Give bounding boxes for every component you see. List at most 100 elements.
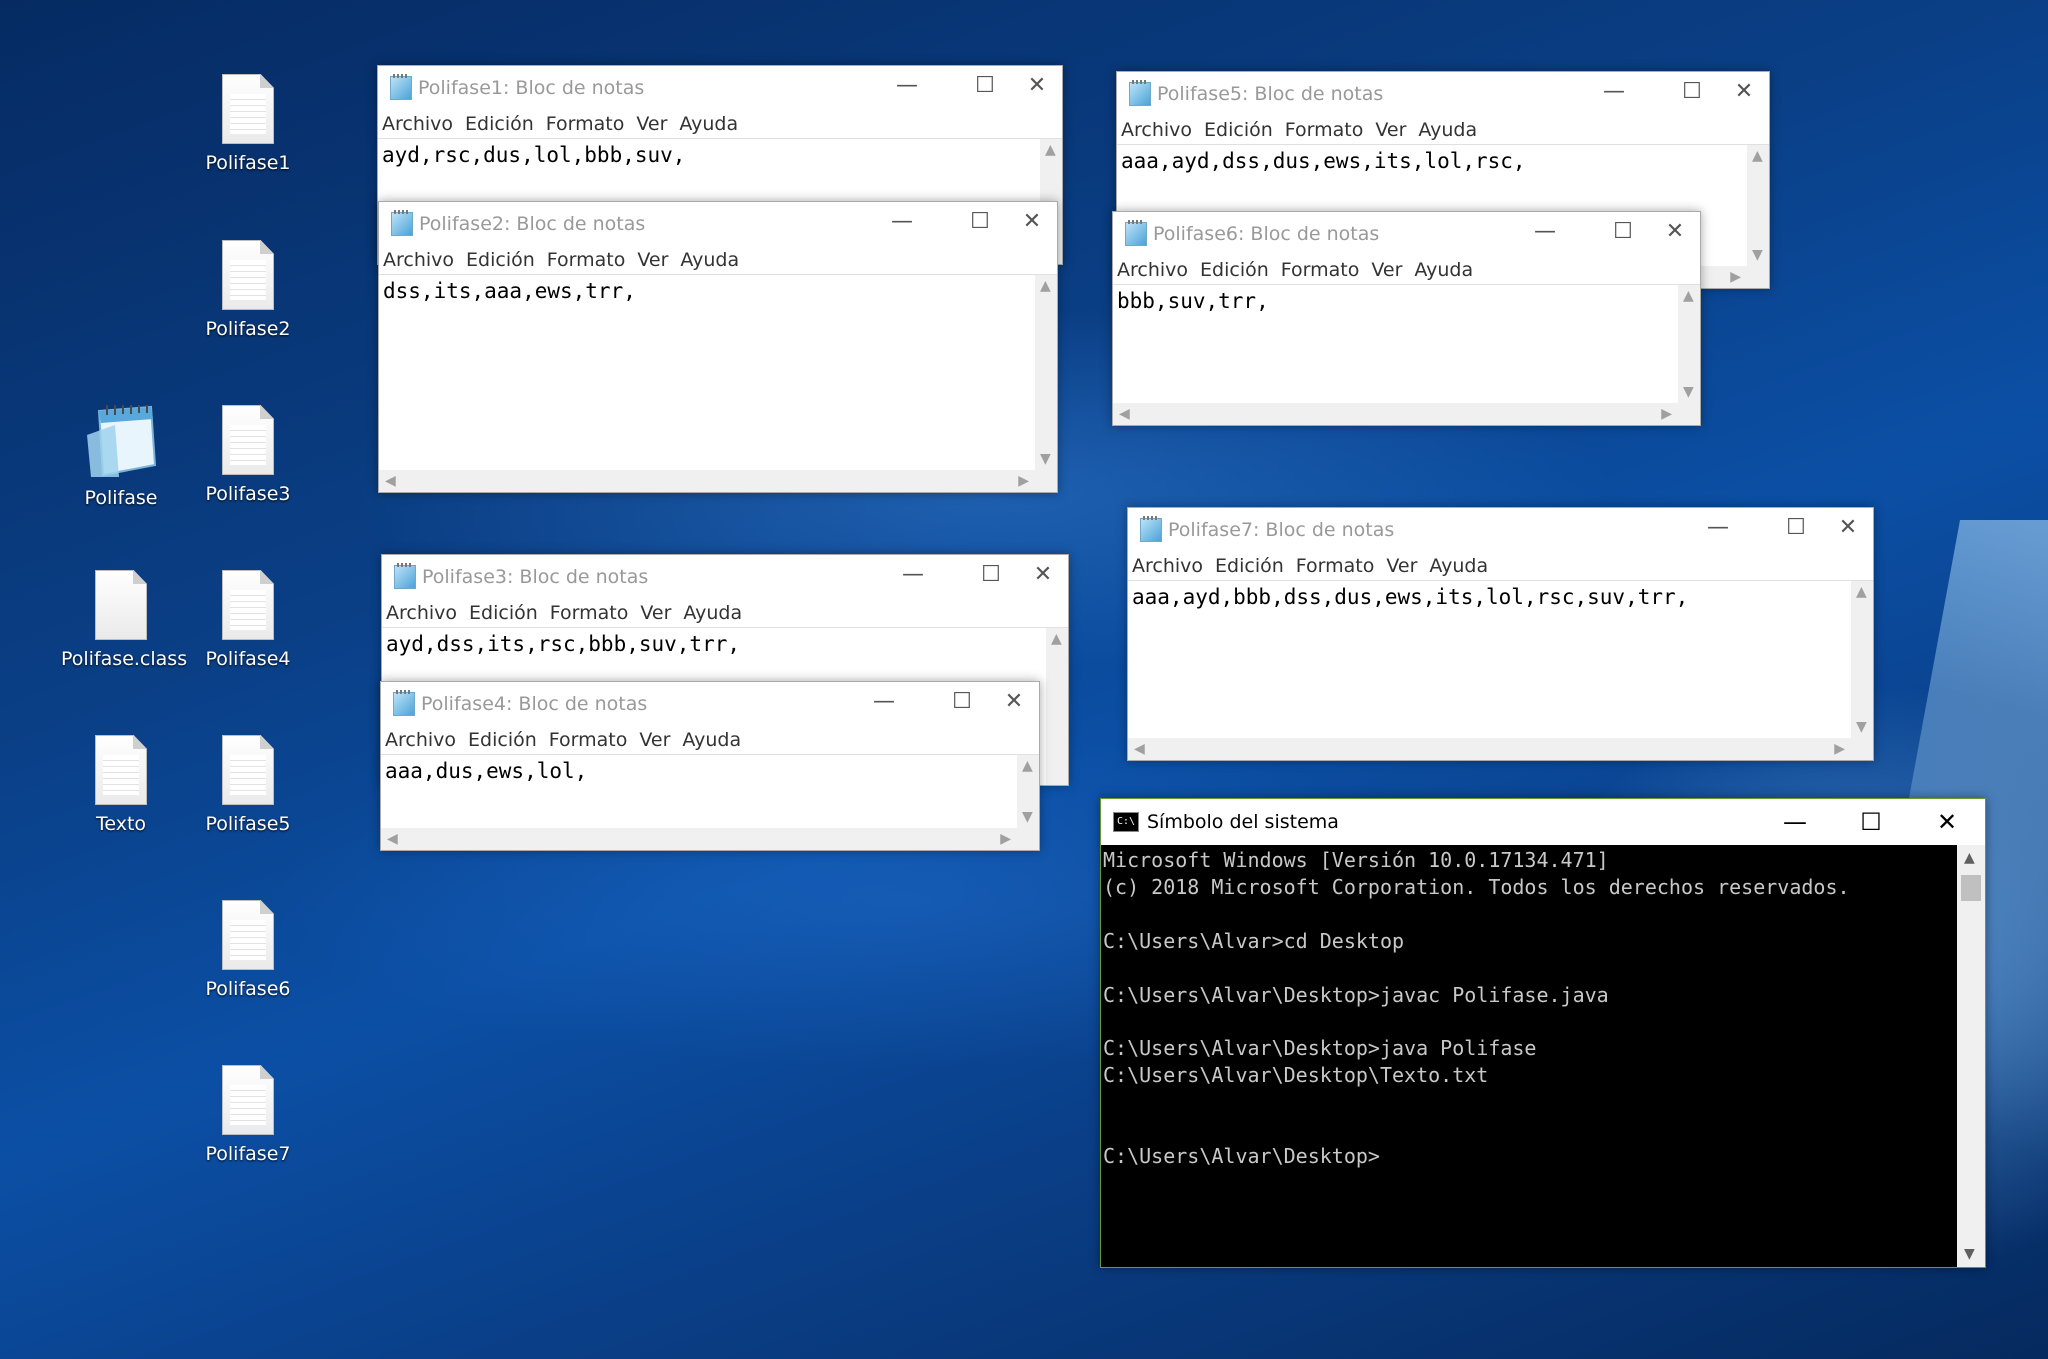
minimize-button[interactable]: — (1589, 72, 1639, 112)
desktop-icon-polifase6[interactable]: Polifase6 (188, 900, 308, 1000)
title-bar[interactable]: Polifase5: Bloc de notas — ☐ ✕ (1117, 72, 1769, 116)
menu-edicion[interactable]: Edición (468, 729, 537, 751)
horizontal-scrollbar[interactable]: ◀ ▶ (1113, 403, 1678, 425)
maximize-button[interactable]: ☐ (1833, 799, 1909, 845)
text-area[interactable]: dss,its,aaa,ews,trr, (379, 274, 1057, 470)
title-bar[interactable]: Polifase3: Bloc de notas — ☐ ✕ (382, 555, 1068, 599)
title-bar[interactable]: Polifase7: Bloc de notas — ☐ ✕ (1128, 508, 1873, 552)
maximize-button[interactable]: ☐ (937, 682, 987, 722)
scroll-down-icon[interactable]: ▼ (1683, 385, 1694, 399)
title-bar[interactable]: C:\ Símbolo del sistema — ☐ ✕ (1101, 799, 1985, 845)
menu-ver[interactable]: Ver (637, 249, 668, 271)
maximize-button[interactable]: ☐ (966, 555, 1016, 595)
desktop-icon-texto[interactable]: Texto (61, 735, 181, 835)
menu-ayuda[interactable]: Ayuda (1429, 555, 1488, 577)
vertical-scrollbar[interactable]: ▲ ▼ (1035, 275, 1057, 470)
scroll-left-icon[interactable]: ◀ (1119, 407, 1130, 421)
desktop-icon-polifase7[interactable]: Polifase7 (188, 1065, 308, 1165)
scroll-right-icon[interactable]: ▶ (1018, 474, 1029, 488)
scroll-down-icon[interactable]: ▼ (1752, 248, 1763, 262)
notepad-window-polifase2[interactable]: Polifase2: Bloc de notas — ☐ ✕ Archivo E… (378, 201, 1058, 493)
menu-edicion[interactable]: Edición (469, 602, 538, 624)
minimize-button[interactable]: — (888, 555, 938, 595)
scroll-right-icon[interactable]: ▶ (1730, 270, 1741, 284)
menu-ver[interactable]: Ver (639, 729, 670, 751)
desktop-icon-polifase[interactable]: Polifase (61, 405, 181, 509)
desktop-icon-polifase2[interactable]: Polifase2 (188, 240, 308, 340)
menu-archivo[interactable]: Archivo (383, 249, 454, 271)
scroll-right-icon[interactable]: ▶ (1661, 407, 1672, 421)
vertical-scrollbar[interactable]: ▲ ▼ (1957, 845, 1985, 1267)
command-prompt-window[interactable]: C:\ Símbolo del sistema — ☐ ✕ Microsoft … (1100, 798, 1986, 1268)
scroll-down-icon[interactable]: ▼ (1856, 720, 1867, 734)
menu-archivo[interactable]: Archivo (385, 729, 456, 751)
minimize-button[interactable]: — (877, 202, 927, 242)
close-button[interactable]: ✕ (1823, 508, 1873, 548)
title-bar[interactable]: Polifase1: Bloc de notas — ☐ ✕ (378, 66, 1062, 110)
menu-ver[interactable]: Ver (1386, 555, 1417, 577)
menu-archivo[interactable]: Archivo (382, 113, 453, 135)
close-button[interactable]: ✕ (1012, 66, 1062, 106)
scroll-down-icon[interactable]: ▼ (1964, 1247, 1975, 1261)
notepad-window-polifase6[interactable]: Polifase6: Bloc de notas — ☐ ✕ Archivo E… (1112, 211, 1701, 426)
desktop-icon-polifase3[interactable]: Polifase3 (188, 405, 308, 505)
text-area[interactable]: aaa,ayd,bbb,dss,dus,ews,its,lol,rsc,suv,… (1128, 580, 1873, 738)
menu-archivo[interactable]: Archivo (1121, 119, 1192, 141)
vertical-scrollbar[interactable]: ▲ ▼ (1747, 145, 1769, 266)
scroll-thumb[interactable] (1961, 875, 1981, 901)
minimize-button[interactable]: — (1757, 799, 1833, 845)
menu-ver[interactable]: Ver (1375, 119, 1406, 141)
scroll-left-icon[interactable]: ◀ (1134, 742, 1145, 756)
scroll-up-icon[interactable]: ▲ (1022, 759, 1033, 773)
minimize-button[interactable]: — (859, 682, 909, 722)
menu-ver[interactable]: Ver (1371, 259, 1402, 281)
resize-grip[interactable] (1678, 403, 1700, 425)
menu-ayuda[interactable]: Ayuda (680, 249, 739, 271)
menu-edicion[interactable]: Edición (466, 249, 535, 271)
resize-grip[interactable] (1747, 266, 1769, 288)
horizontal-scrollbar[interactable]: ◀ ▶ (381, 828, 1017, 850)
notepad-window-polifase4[interactable]: Polifase4: Bloc de notas — ☐ ✕ Archivo E… (380, 681, 1040, 851)
vertical-scrollbar[interactable]: ▲ ▼ (1678, 285, 1700, 403)
menu-edicion[interactable]: Edición (1215, 555, 1284, 577)
close-button[interactable]: ✕ (1007, 202, 1057, 242)
scroll-right-icon[interactable]: ▶ (1834, 742, 1845, 756)
text-area[interactable]: bbb,suv,trr, (1113, 284, 1700, 403)
scroll-up-icon[interactable]: ▲ (1040, 279, 1051, 293)
menu-formato[interactable]: Formato (550, 602, 629, 624)
desktop-icon-polifase5[interactable]: Polifase5 (188, 735, 308, 835)
scroll-up-icon[interactable]: ▲ (1045, 143, 1056, 157)
menu-formato[interactable]: Formato (1285, 119, 1364, 141)
menu-formato[interactable]: Formato (1281, 259, 1360, 281)
vertical-scrollbar[interactable]: ▲ (1046, 628, 1068, 785)
menu-edicion[interactable]: Edición (1204, 119, 1273, 141)
menu-edicion[interactable]: Edición (1200, 259, 1269, 281)
minimize-button[interactable]: — (882, 66, 932, 106)
menu-ver[interactable]: Ver (636, 113, 667, 135)
menu-formato[interactable]: Formato (549, 729, 628, 751)
scroll-right-icon[interactable]: ▶ (1000, 832, 1011, 846)
scroll-left-icon[interactable]: ◀ (385, 474, 396, 488)
title-bar[interactable]: Polifase2: Bloc de notas — ☐ ✕ (379, 202, 1057, 246)
menu-archivo[interactable]: Archivo (1117, 259, 1188, 281)
menu-formato[interactable]: Formato (547, 249, 626, 271)
desktop-icon-polifase4[interactable]: Polifase4 (188, 570, 308, 670)
maximize-button[interactable]: ☐ (955, 202, 1005, 242)
menu-archivo[interactable]: Archivo (386, 602, 457, 624)
menu-ayuda[interactable]: Ayuda (1414, 259, 1473, 281)
resize-grip[interactable] (1851, 738, 1873, 760)
close-button[interactable]: ✕ (989, 682, 1039, 722)
vertical-scrollbar[interactable]: ▲ ▼ (1851, 581, 1873, 738)
scroll-down-icon[interactable]: ▼ (1040, 452, 1051, 466)
menu-ayuda[interactable]: Ayuda (679, 113, 738, 135)
scroll-up-icon[interactable]: ▲ (1964, 851, 1975, 865)
menu-ayuda[interactable]: Ayuda (682, 729, 741, 751)
text-area[interactable]: aaa,dus,ews,lol, (381, 754, 1039, 828)
maximize-button[interactable]: ☐ (960, 66, 1010, 106)
desktop-icon-polifase1[interactable]: Polifase1 (188, 74, 308, 174)
minimize-button[interactable]: — (1520, 212, 1570, 252)
menu-ver[interactable]: Ver (640, 602, 671, 624)
maximize-button[interactable]: ☐ (1667, 72, 1717, 112)
desktop-icon-polifase-class[interactable]: Polifase.class (61, 570, 187, 670)
menu-edicion[interactable]: Edición (465, 113, 534, 135)
